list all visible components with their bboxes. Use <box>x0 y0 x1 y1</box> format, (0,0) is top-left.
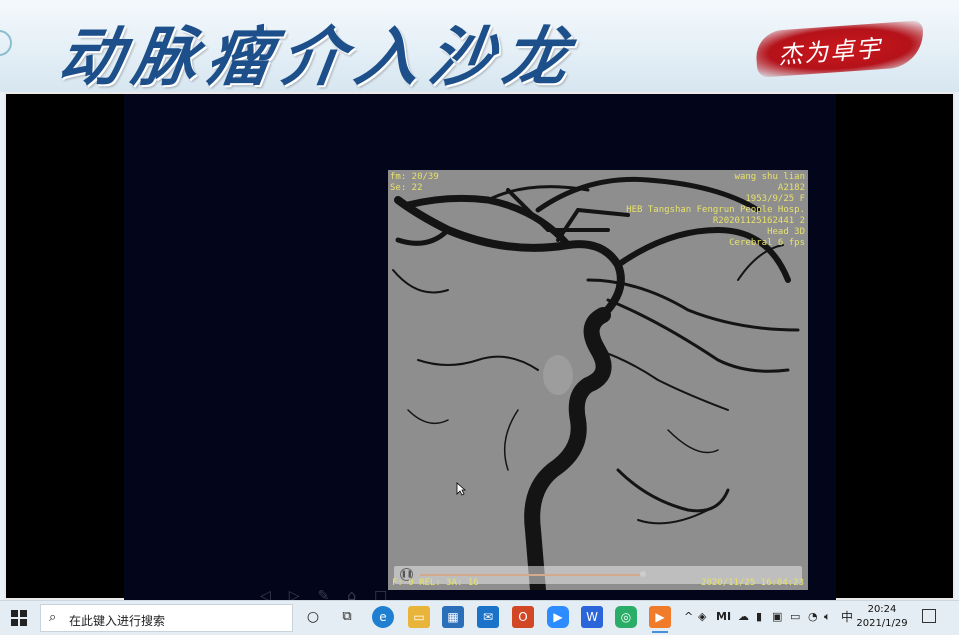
wifi-icon[interactable]: ◔ <box>808 609 818 625</box>
overlay-patient-info: wang shu lian A2182 1953/9/25 F HEB Tang… <box>626 172 805 249</box>
progress-track[interactable] <box>420 574 640 576</box>
decorative-circle <box>0 30 12 56</box>
zoom-icon[interactable]: ▶ <box>547 606 569 628</box>
usb-icon[interactable]: ▮ <box>756 609 762 625</box>
wps-icon[interactable]: W <box>581 606 603 628</box>
overlay-line: Cerebral 6 fps <box>729 238 805 248</box>
office-icon[interactable]: O <box>512 606 534 628</box>
tray-chevron-icon[interactable]: ^ <box>684 609 693 625</box>
search-placeholder: 在此键入进行搜索 <box>69 614 166 628</box>
overlay-timestamp: 2020/11/25 16:04:23 <box>701 578 804 588</box>
taskbar-search-box[interactable]: ⌕ 在此键入进行搜索 <box>40 604 293 632</box>
notification-icon[interactable] <box>922 609 936 623</box>
overlay-frame-info: fm: 20/39 Se: 22 <box>390 172 439 194</box>
store-icon[interactable]: ▦ <box>442 606 464 628</box>
mail-icon[interactable]: ✉ <box>477 606 499 628</box>
ime-indicator[interactable]: 中 <box>841 609 853 625</box>
wechat-icon[interactable]: ◎ <box>615 606 637 628</box>
edge-icon[interactable]: e <box>372 606 394 628</box>
overlay-line: A2182 <box>777 183 805 193</box>
stamp-text: 杰为卓宇 <box>777 34 884 70</box>
overlay-line: 1953/9/25 F <box>745 194 805 204</box>
overlay-line: wang shu lian <box>734 172 805 182</box>
shared-video-frame: fm: 20/39 Se: 22 wang shu lian A2182 195… <box>4 92 955 604</box>
banner-title: 动脉瘤介入沙龙 <box>53 21 583 92</box>
file-explorer-icon[interactable]: ▭ <box>408 606 430 628</box>
cortana-icon[interactable]: ○ <box>302 606 324 628</box>
tray-app-icon[interactable]: ◈ <box>698 609 706 625</box>
overlay-line: fm: 20/39 <box>390 172 439 182</box>
search-icon: ⌕ <box>49 610 57 625</box>
video-canvas: fm: 20/39 Se: 22 wang shu lian A2182 195… <box>124 94 836 604</box>
taskbar-clock[interactable]: 20:24 2021/1/29 <box>856 603 908 631</box>
windows-start-icon[interactable] <box>10 609 28 627</box>
battery-icon[interactable]: ▭ <box>790 609 800 625</box>
mi-icon[interactable]: MI <box>716 609 731 625</box>
clock-date: 2021/1/29 <box>856 618 908 629</box>
lecture-banner: 动脉瘤介入沙龙 杰为卓宇 <box>0 0 959 92</box>
clock-time: 20:24 <box>867 604 897 615</box>
angiogram-image: fm: 20/39 Se: 22 wang shu lian A2182 195… <box>388 170 808 590</box>
overlay-bottom-left: F: 0 REL: 3A: 16 <box>392 578 479 588</box>
overlay-line: Head 3D <box>767 227 805 237</box>
overlay-line: R20201125162441 2 <box>712 216 805 226</box>
media-player-icon[interactable]: ▶ <box>649 606 671 633</box>
overlay-line: Se: 22 <box>390 183 423 193</box>
windows-taskbar: ⌕ 在此键入进行搜索 ○ ⧉ e ▭ ▦ ✉ O ▶ W ◎ ▶ ^ ◈ MI … <box>0 600 959 635</box>
progress-handle[interactable] <box>640 571 646 577</box>
cloud-icon[interactable]: ☁ <box>738 609 749 625</box>
security-icon[interactable]: ▣ <box>772 609 782 625</box>
task-view-icon[interactable]: ⧉ <box>336 606 358 628</box>
overlay-line: HEB Tangshan Fengrun People Hosp. <box>626 205 805 215</box>
volume-icon[interactable]: 🔈︎ <box>824 609 831 625</box>
mouse-cursor-icon <box>456 482 466 496</box>
